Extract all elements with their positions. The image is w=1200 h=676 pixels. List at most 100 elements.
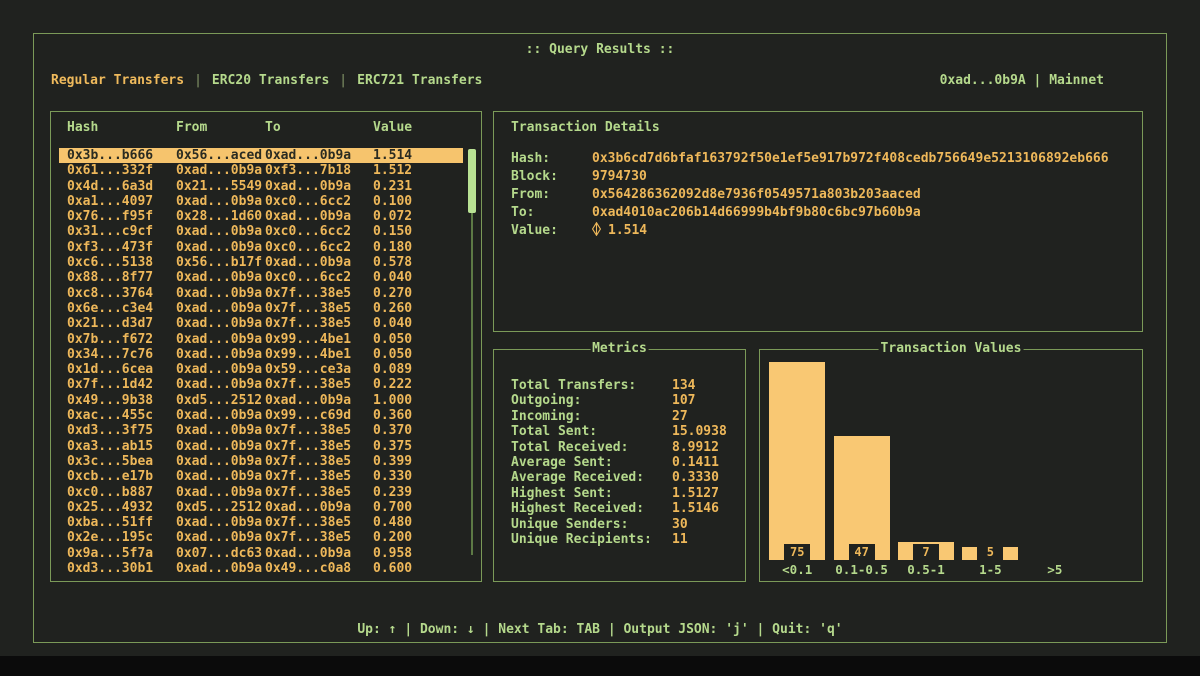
table-row[interactable]: 0xcb...e17b0xad...0b9a0x7f...38e50.330: [59, 469, 463, 484]
cell-value: 0.370: [373, 423, 412, 438]
table-row[interactable]: 0x88...8f770xad...0b9a0xc0...6cc20.040: [59, 270, 463, 285]
metric-line: Outgoing: 107: [494, 393, 745, 408]
metric-label: Incoming:: [511, 409, 581, 425]
table-row[interactable]: 0xd3...30b10xad...0b9a0x49...c0a80.600: [59, 561, 463, 576]
cell-from: 0xad...0b9a: [176, 224, 262, 239]
cell-value: 0.200: [373, 530, 412, 545]
metric-value: 15.0938: [672, 424, 727, 440]
cell-hash: 0x49...9b38: [67, 393, 153, 408]
metric-label: Highest Sent:: [511, 486, 613, 502]
table-row[interactable]: 0x4d...6a3d0x21...55490xad...0b9a0.231: [59, 179, 463, 194]
app-window: :: Query Results :: Regular Transfers|ER…: [33, 33, 1167, 643]
table-row[interactable]: 0xa1...40970xad...0b9a0xc0...6cc20.100: [59, 194, 463, 209]
detail-line: Block:9794730: [494, 168, 1142, 186]
table-row[interactable]: 0xac...455c0xad...0b9a0x99...c69d0.360: [59, 408, 463, 423]
cell-hash: 0x6e...c3e4: [67, 301, 153, 316]
table-row[interactable]: 0x9a...5f7a0x07...dc630xad...0b9a0.958: [59, 546, 463, 561]
cell-from: 0xad...0b9a: [176, 485, 262, 500]
cell-value: 1.512: [373, 163, 412, 178]
table-row[interactable]: 0x49...9b380xd5...25120xad...0b9a1.000: [59, 393, 463, 408]
column-header-from: From: [176, 120, 207, 135]
cell-hash: 0xa1...4097: [67, 194, 153, 209]
cell-value: 0.180: [373, 240, 412, 255]
tabs: Regular Transfers|ERC20 Transfers|ERC721…: [51, 73, 482, 88]
cell-from: 0x28...1d60: [176, 209, 262, 224]
table-row[interactable]: 0x61...332f0xad...0b9a0xf3...7b181.512: [59, 163, 463, 178]
cell-value: 0.089: [373, 362, 412, 377]
chart-slot: 70.5-1: [894, 364, 958, 560]
cell-to: 0x7f...38e5: [265, 439, 351, 454]
metric-value: 1.5127: [672, 486, 719, 502]
cell-hash: 0xac...455c: [67, 408, 153, 423]
cell-from: 0xad...0b9a: [176, 439, 262, 454]
x-axis-label: 0.5-1: [894, 562, 958, 577]
table-row[interactable]: 0x7b...f6720xad...0b9a0x99...4be10.050: [59, 332, 463, 347]
table-row[interactable]: 0xd3...3f750xad...0b9a0x7f...38e50.370: [59, 423, 463, 438]
table-row[interactable]: 0xf3...473f0xad...0b9a0xc0...6cc20.180: [59, 240, 463, 255]
table-row[interactable]: 0x21...d3d70xad...0b9a0x7f...38e50.040: [59, 316, 463, 331]
cell-hash: 0xc0...b887: [67, 485, 153, 500]
cell-to: 0xf3...7b18: [265, 163, 351, 178]
detail-label: Block:: [511, 168, 558, 186]
table-row[interactable]: 0xc0...b8870xad...0b9a0x7f...38e50.239: [59, 485, 463, 500]
detail-line: From:0x564286362092d8e7936f0549571a803b2…: [494, 186, 1142, 204]
table-row[interactable]: 0x1d...6cea0xad...0b9a0x59...ce3a0.089: [59, 362, 463, 377]
metric-label: Unique Senders:: [511, 517, 628, 533]
cell-hash: 0x3c...5bea: [67, 454, 153, 469]
table-row[interactable]: 0x76...f95f0x28...1d600xad...0b9a0.072: [59, 209, 463, 224]
cell-to: 0x7f...38e5: [265, 286, 351, 301]
table-row[interactable]: 0x3b...b6660x56...aced0xad...0b9a1.514: [59, 148, 463, 163]
metric-label: Outgoing:: [511, 393, 581, 409]
table-row[interactable]: 0x34...7c760xad...0b9a0x99...4be10.050: [59, 347, 463, 362]
cell-to: 0x49...c0a8: [265, 561, 351, 576]
table-row[interactable]: 0x3c...5bea0xad...0b9a0x7f...38e50.399: [59, 454, 463, 469]
metrics-title: Metrics: [590, 341, 649, 356]
cell-value: 1.514: [373, 148, 412, 163]
metric-line: Unique Senders:30: [494, 517, 745, 532]
table-row[interactable]: 0x31...c9cf0xad...0b9a0xc0...6cc20.150: [59, 224, 463, 239]
tab-regular-transfers[interactable]: Regular Transfers: [51, 73, 184, 88]
table-row[interactable]: 0x2e...195c0xad...0b9a0x7f...38e50.200: [59, 530, 463, 545]
table-row[interactable]: 0xc8...37640xad...0b9a0x7f...38e50.270: [59, 286, 463, 301]
metric-value: 134: [672, 378, 695, 394]
metric-label: Total Sent:: [511, 424, 597, 440]
table-row[interactable]: 0x7f...1d420xad...0b9a0x7f...38e50.222: [59, 377, 463, 392]
chart-bar: [834, 436, 890, 560]
cell-value: 0.040: [373, 316, 412, 331]
cell-from: 0x56...aced: [176, 148, 262, 163]
x-axis-label: 0.1-0.5: [829, 562, 893, 577]
tab-erc721-transfers[interactable]: ERC721 Transfers: [357, 73, 482, 88]
column-header-to: To: [265, 120, 281, 135]
cell-hash: 0x76...f95f: [67, 209, 153, 224]
cell-from: 0xad...0b9a: [176, 286, 262, 301]
cell-to: 0xad...0b9a: [265, 500, 351, 515]
cell-to: 0x59...ce3a: [265, 362, 351, 377]
cell-from: 0xad...0b9a: [176, 240, 262, 255]
detail-label: Hash:: [511, 150, 550, 168]
detail-value: 0x3b6cd7d6bfaf163792f50e1ef5e917b972f408…: [592, 150, 1109, 168]
cell-to: 0xc0...6cc2: [265, 194, 351, 209]
metric-line: Highest Sent: 1.5127: [494, 486, 745, 501]
cell-from: 0xd5...2512: [176, 393, 262, 408]
detail-label: To:: [511, 204, 534, 222]
cell-from: 0xad...0b9a: [176, 515, 262, 530]
cell-value: 0.360: [373, 408, 412, 423]
metric-line: Highest Received:1.5146: [494, 501, 745, 516]
cell-to: 0xc0...6cc2: [265, 224, 351, 239]
cell-from: 0xad...0b9a: [176, 194, 262, 209]
table-row[interactable]: 0x25...49320xd5...25120xad...0b9a0.700: [59, 500, 463, 515]
x-axis-label: <0.1: [765, 562, 829, 577]
cell-to: 0x7f...38e5: [265, 423, 351, 438]
table-row[interactable]: 0x6e...c3e40xad...0b9a0x7f...38e50.260: [59, 301, 463, 316]
metric-value: 107: [672, 393, 695, 409]
table-row[interactable]: 0xa3...ab150xad...0b9a0x7f...38e50.375: [59, 439, 463, 454]
table-row[interactable]: 0xba...51ff0xad...0b9a0x7f...38e50.480: [59, 515, 463, 530]
detail-line: To:0xad4010ac206b14d66999b4bf9b80c6bc97b…: [494, 204, 1142, 222]
table-scrollbar-thumb[interactable]: [468, 149, 476, 213]
tab-erc20-transfers[interactable]: ERC20 Transfers: [212, 73, 329, 88]
detail-line: Hash: 0x3b6cd7d6bfaf163792f50e1ef5e917b97…: [494, 150, 1142, 168]
table-row[interactable]: 0xc6...51380x56...b17f0xad...0b9a0.578: [59, 255, 463, 270]
bar-count-label: 7: [913, 544, 939, 560]
cell-from: 0xad...0b9a: [176, 561, 262, 576]
cell-value: 1.000: [373, 393, 412, 408]
